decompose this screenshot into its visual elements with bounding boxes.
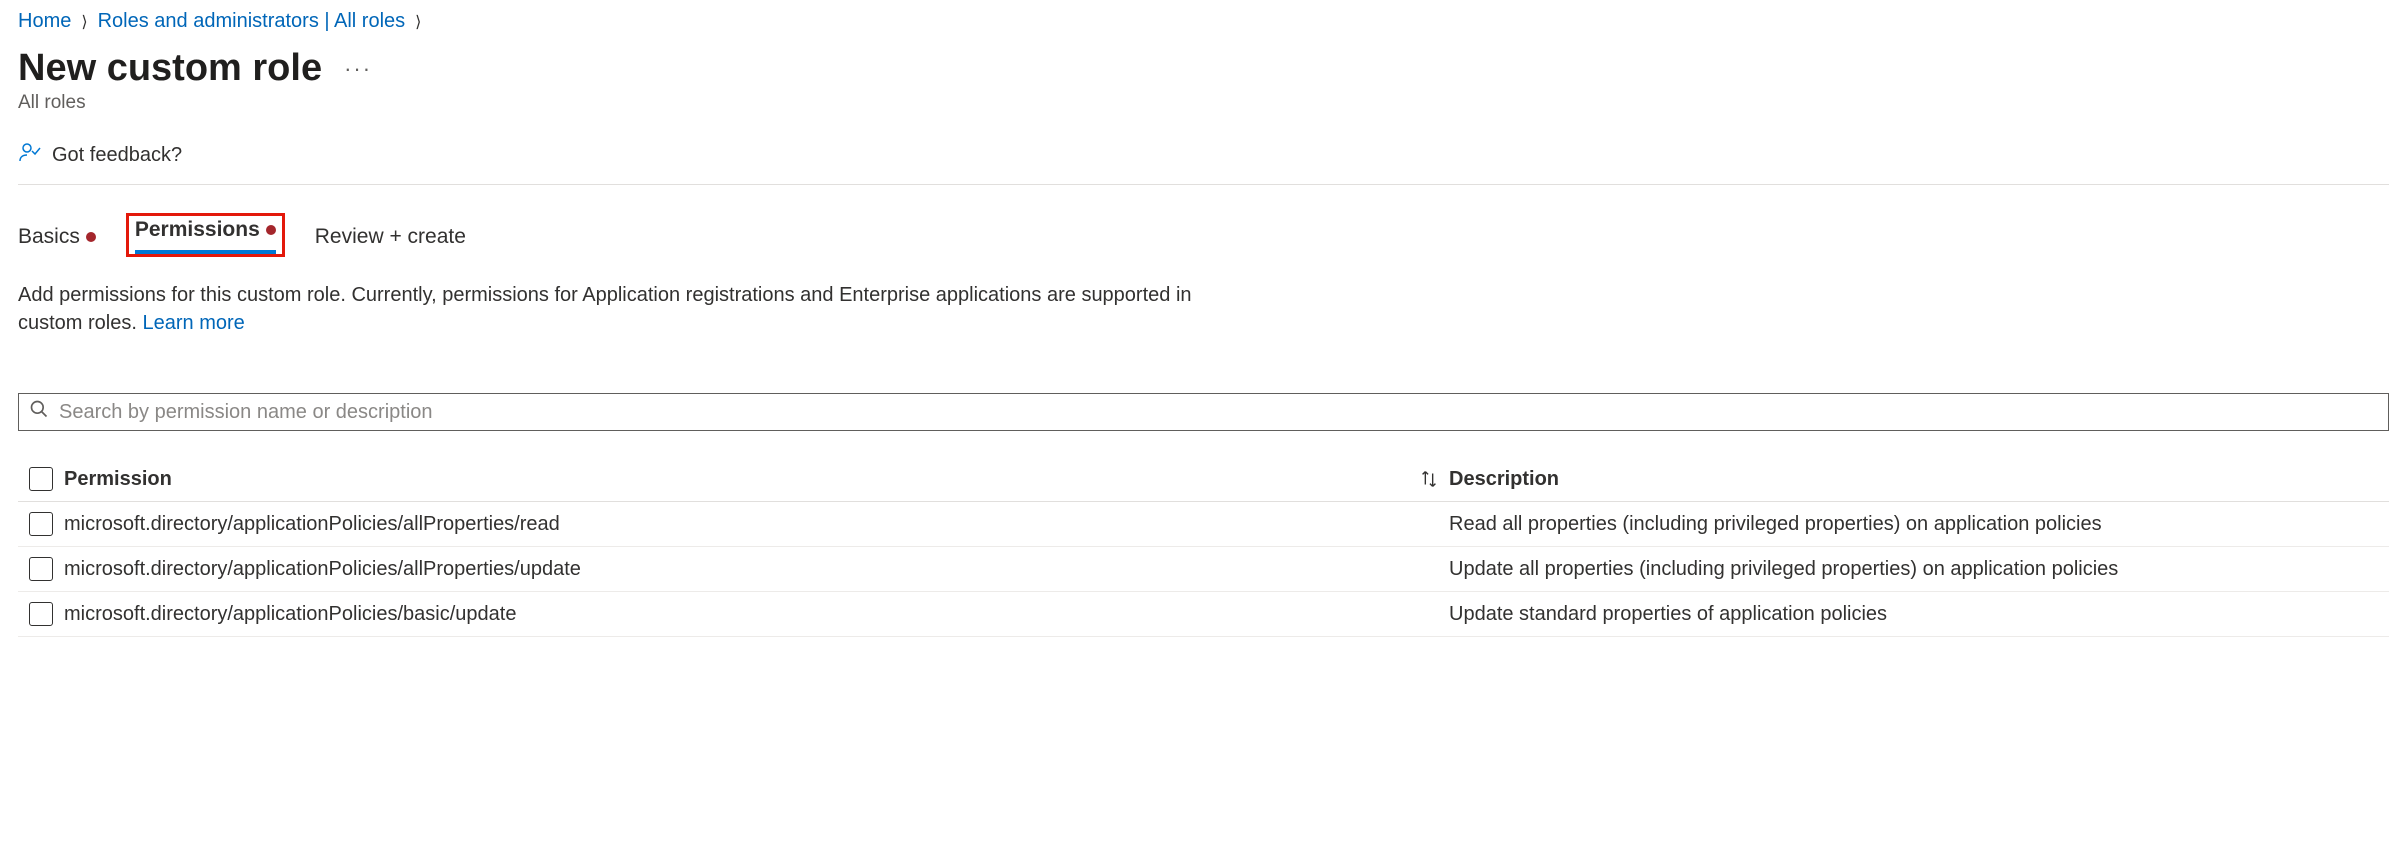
- row-checkbox[interactable]: [29, 557, 53, 581]
- permission-name: microsoft.directory/applicationPolicies/…: [64, 603, 516, 626]
- breadcrumb: Home ⟩ Roles and administrators | All ro…: [18, 10, 2389, 33]
- feedback-icon: [18, 140, 42, 170]
- feedback-link[interactable]: Got feedback?: [18, 140, 2389, 185]
- search-input[interactable]: [49, 401, 2378, 424]
- chevron-right-icon: ⟩: [415, 12, 421, 32]
- learn-more-link[interactable]: Learn more: [142, 312, 244, 334]
- tab-review[interactable]: Review + create: [315, 225, 466, 257]
- error-dot-icon: [266, 225, 276, 235]
- permission-description: Update all properties (including privile…: [1449, 558, 2118, 580]
- table-row[interactable]: microsoft.directory/applicationPolicies/…: [18, 547, 2389, 592]
- more-actions-button[interactable]: ···: [344, 56, 372, 82]
- header-description[interactable]: Description: [1449, 468, 1559, 490]
- page-subtitle: All roles: [18, 92, 2389, 114]
- select-all-checkbox[interactable]: [29, 467, 53, 491]
- table-row[interactable]: microsoft.directory/applicationPolicies/…: [18, 592, 2389, 637]
- page-title: New custom role: [18, 47, 322, 90]
- permission-name: microsoft.directory/applicationPolicies/…: [64, 558, 581, 581]
- row-checkbox[interactable]: [29, 602, 53, 626]
- search-box[interactable]: [18, 393, 2389, 431]
- chevron-right-icon: ⟩: [81, 12, 87, 32]
- permission-description: Read all properties (including privilege…: [1449, 513, 2102, 535]
- search-icon: [29, 399, 49, 425]
- feedback-label: Got feedback?: [52, 144, 182, 167]
- permissions-table: Permission Description microsoft.directo…: [18, 457, 2389, 637]
- tabs: Basics Permissions Review + create: [18, 217, 2389, 257]
- tab-review-label: Review + create: [315, 225, 466, 249]
- table-header: Permission Description: [18, 457, 2389, 502]
- permissions-description: Add permissions for this custom role. Cu…: [18, 281, 1218, 337]
- table-row[interactable]: microsoft.directory/applicationPolicies/…: [18, 502, 2389, 547]
- tab-permissions-highlight: Permissions: [126, 213, 285, 257]
- breadcrumb-home[interactable]: Home: [18, 10, 71, 33]
- breadcrumb-roles[interactable]: Roles and administrators | All roles: [98, 10, 406, 33]
- error-dot-icon: [86, 232, 96, 242]
- tab-basics-label: Basics: [18, 225, 80, 249]
- tab-permissions-label: Permissions: [135, 218, 260, 242]
- sort-button[interactable]: [1409, 468, 1449, 490]
- tab-basics[interactable]: Basics: [18, 225, 96, 257]
- row-checkbox[interactable]: [29, 512, 53, 536]
- permission-description: Update standard properties of applicatio…: [1449, 603, 1887, 625]
- header-permission[interactable]: Permission: [64, 468, 172, 491]
- tab-permissions[interactable]: Permissions: [135, 218, 276, 254]
- permission-name: microsoft.directory/applicationPolicies/…: [64, 513, 560, 536]
